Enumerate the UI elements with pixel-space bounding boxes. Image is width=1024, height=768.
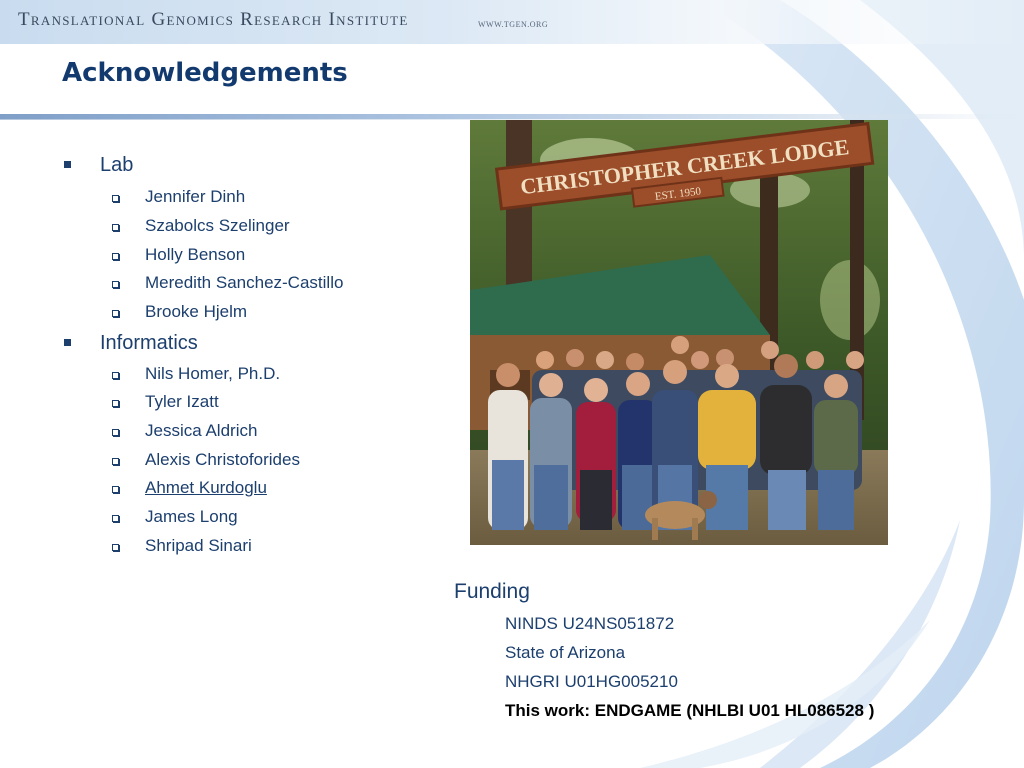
funding-item: NINDS U24NS051872 <box>505 614 675 633</box>
box-bullet-icon <box>112 544 119 551</box>
list-item-label: Szabolcs Szelinger <box>145 216 290 235</box>
box-bullet-icon <box>112 429 119 436</box>
square-bullet-icon <box>64 161 71 168</box>
funding-title: Funding <box>454 580 530 603</box>
box-bullet-icon <box>112 486 119 493</box>
box-bullet-icon <box>112 458 119 465</box>
group-photo: CHRISTOPHER CREEK LODGE EST. 1950 <box>470 120 888 545</box>
group-photo-illustration: CHRISTOPHER CREEK LODGE EST. 1950 <box>470 120 888 545</box>
funding-item: State of Arizona <box>505 643 626 662</box>
list-item-label: Nils Homer, Ph.D. <box>145 364 281 383</box>
box-bullet-icon <box>112 515 119 522</box>
box-bullet-icon <box>112 310 119 317</box>
list-item-label: Meredith Sanchez-Castillo <box>145 273 344 292</box>
list-item-label: Shripad Sinari <box>145 536 252 555</box>
funding-item: NHGRI U01HG005210 <box>505 672 678 691</box>
org-name: Translational Genomics Research Institut… <box>18 9 409 30</box>
org-url: WWW.TGEN.ORG <box>478 20 549 29</box>
square-bullet-icon <box>64 339 71 346</box>
box-bullet-icon <box>112 372 119 379</box>
box-bullet-icon <box>112 400 119 407</box>
box-bullet-icon <box>112 195 119 202</box>
box-bullet-icon <box>112 253 119 260</box>
this-work-funding: This work: ENDGAME (NHLBI U01 HL086528 ) <box>505 701 875 720</box>
list-item-label: Alexis Christoforides <box>145 450 300 469</box>
slide-title: Acknowledgements <box>62 58 348 88</box>
list-item-label: James Long <box>145 507 238 526</box>
list-item-label: Tyler Izatt <box>145 392 219 411</box>
box-bullet-icon <box>112 281 119 288</box>
list-item-label: Jessica Aldrich <box>145 421 258 440</box>
list-item-link[interactable]: Ahmet Kurdoglu <box>145 478 267 498</box>
box-bullet-icon <box>112 224 119 231</box>
list-item-label: Jennifer Dinh <box>145 187 246 206</box>
list-item-label: Holly Benson <box>145 245 246 264</box>
section-label: Informatics <box>100 332 198 354</box>
list-item-label: Brooke Hjelm <box>145 302 248 321</box>
section-label: Lab <box>100 154 134 176</box>
